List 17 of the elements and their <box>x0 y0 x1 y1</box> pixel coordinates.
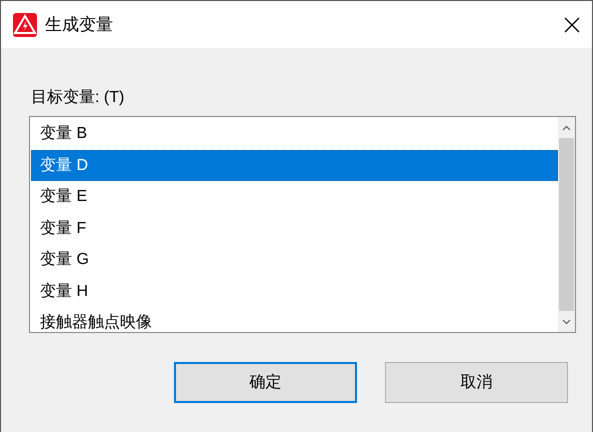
ok-button[interactable]: 确定 <box>174 362 357 403</box>
window-title: 生成变量 <box>45 14 113 36</box>
list-item[interactable]: 变量 B <box>30 118 558 150</box>
warning-icon <box>13 12 37 36</box>
scroll-down-icon[interactable] <box>562 318 571 324</box>
list-item[interactable]: 变量 D <box>31 150 558 181</box>
scroll-up-icon[interactable] <box>562 124 571 130</box>
field-label: 目标变量: (T) <box>31 88 126 108</box>
scrollbar-thumb[interactable] <box>559 138 574 311</box>
close-icon[interactable] <box>564 16 580 32</box>
list-item[interactable]: 接触器触点映像 <box>30 307 558 332</box>
list-item[interactable]: 变量 E <box>30 181 558 212</box>
cancel-button[interactable]: 取消 <box>385 362 568 403</box>
variable-list[interactable]: 变量 B 变量 D 变量 E 变量 F 变量 G 变量 H 接触器触点映像 <box>29 116 576 333</box>
list-item[interactable]: 变量 H <box>30 276 558 307</box>
list-item[interactable]: 变量 F <box>30 212 558 244</box>
list-item[interactable]: 变量 G <box>30 244 558 276</box>
